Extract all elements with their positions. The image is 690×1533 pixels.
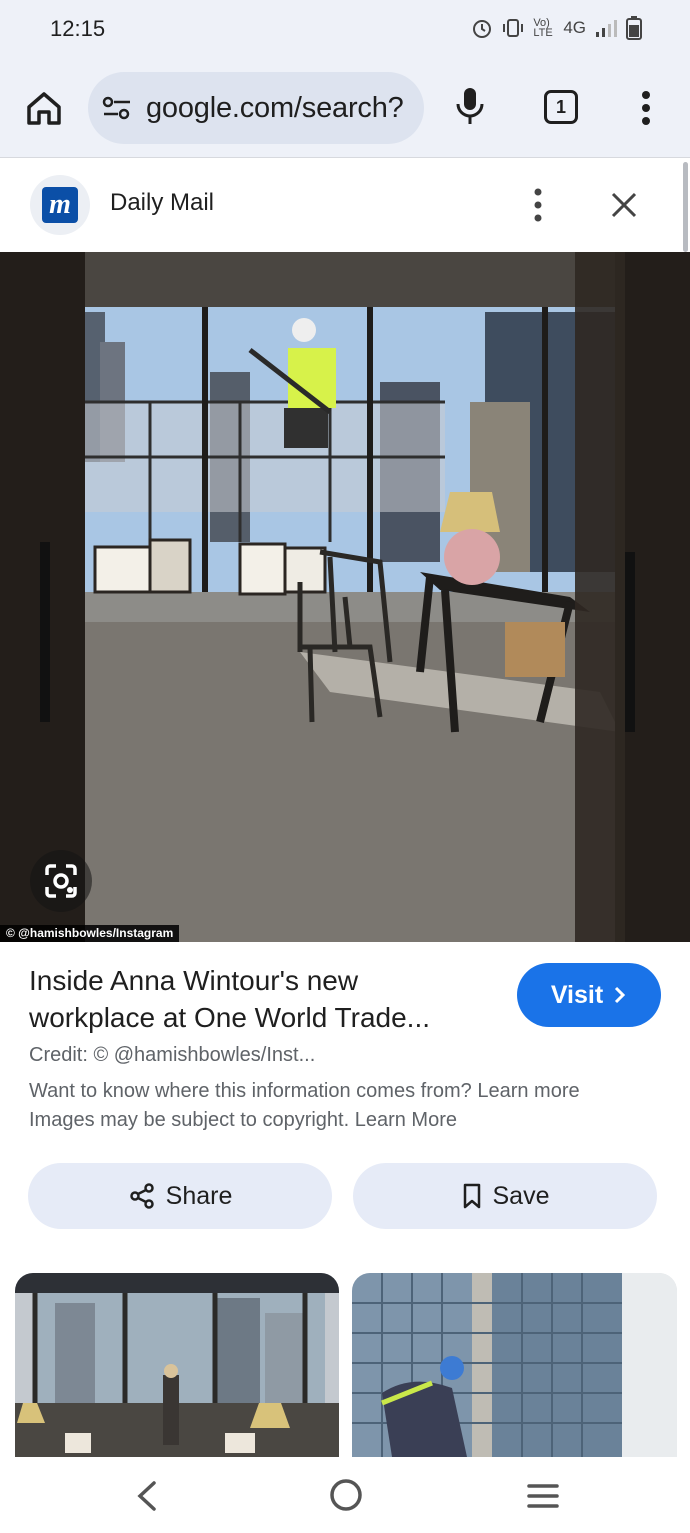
credit-text: Credit: © @hamishbowles/Inst... [29,1044,316,1066]
recents-icon[interactable] [526,1481,560,1511]
related-office-photo [15,1273,339,1457]
more-vert-icon[interactable] [636,90,656,126]
visit-label: Visit [550,980,604,1009]
home-icon[interactable] [24,88,64,128]
related-window-cleaner-photo [352,1273,677,1457]
daily-mail-logo-icon: m [42,187,78,223]
battery-icon [626,16,642,40]
related-image[interactable] [15,1273,339,1457]
more-vert-icon[interactable] [528,187,548,223]
chevron-right-icon [615,986,626,1004]
share-icon [129,1183,154,1209]
home-circle-icon[interactable] [328,1477,364,1513]
back-icon[interactable] [132,1479,162,1513]
source-logo[interactable]: m [30,175,90,235]
save-label: Save [492,1181,550,1210]
browser-toolbar: google.com/search? 1 [0,60,690,158]
tabs-icon[interactable]: 1 [544,90,578,124]
result-title[interactable]: Inside Anna Wintour's new workplace at O… [29,962,489,1036]
share-button[interactable]: Share [28,1163,332,1229]
alarm-icon [473,20,492,38]
source-header: m Daily Mail [0,159,690,251]
copyright-text[interactable]: Images may be subject to copyright. Lear… [29,1109,457,1132]
vibrate-icon [503,19,524,37]
scrollbar[interactable] [683,162,688,252]
related-image[interactable] [352,1273,677,1457]
save-button[interactable]: Save [353,1163,657,1229]
main-image[interactable] [0,252,690,942]
lens-button[interactable] [30,850,92,912]
office-photo [0,252,690,942]
volte-label: Vo) LTE [533,17,553,39]
lens-icon [45,864,77,898]
status-icons: Vo) LTE 4G [471,16,642,40]
network-label: 4G [563,18,586,37]
source-name[interactable]: Daily Mail [110,189,214,217]
status-bar: 12:15 Vo) LTE 4G [0,0,690,60]
url-bar[interactable]: google.com/search? [88,72,424,144]
image-credit-overlay: © @hamishbowles/Instagram [0,925,180,942]
share-label: Share [165,1181,233,1210]
signal-icon [596,20,617,37]
info-text[interactable]: Want to know where this information come… [29,1080,580,1103]
url-text[interactable]: google.com/search? [146,92,404,125]
system-nav-bar [0,1457,690,1533]
bookmark-icon [463,1183,480,1209]
status-time: 12:15 [50,16,106,41]
visit-button[interactable]: Visit [517,963,661,1027]
close-icon[interactable] [608,189,640,221]
mic-icon[interactable] [454,86,486,126]
tune-icon[interactable] [102,96,132,120]
